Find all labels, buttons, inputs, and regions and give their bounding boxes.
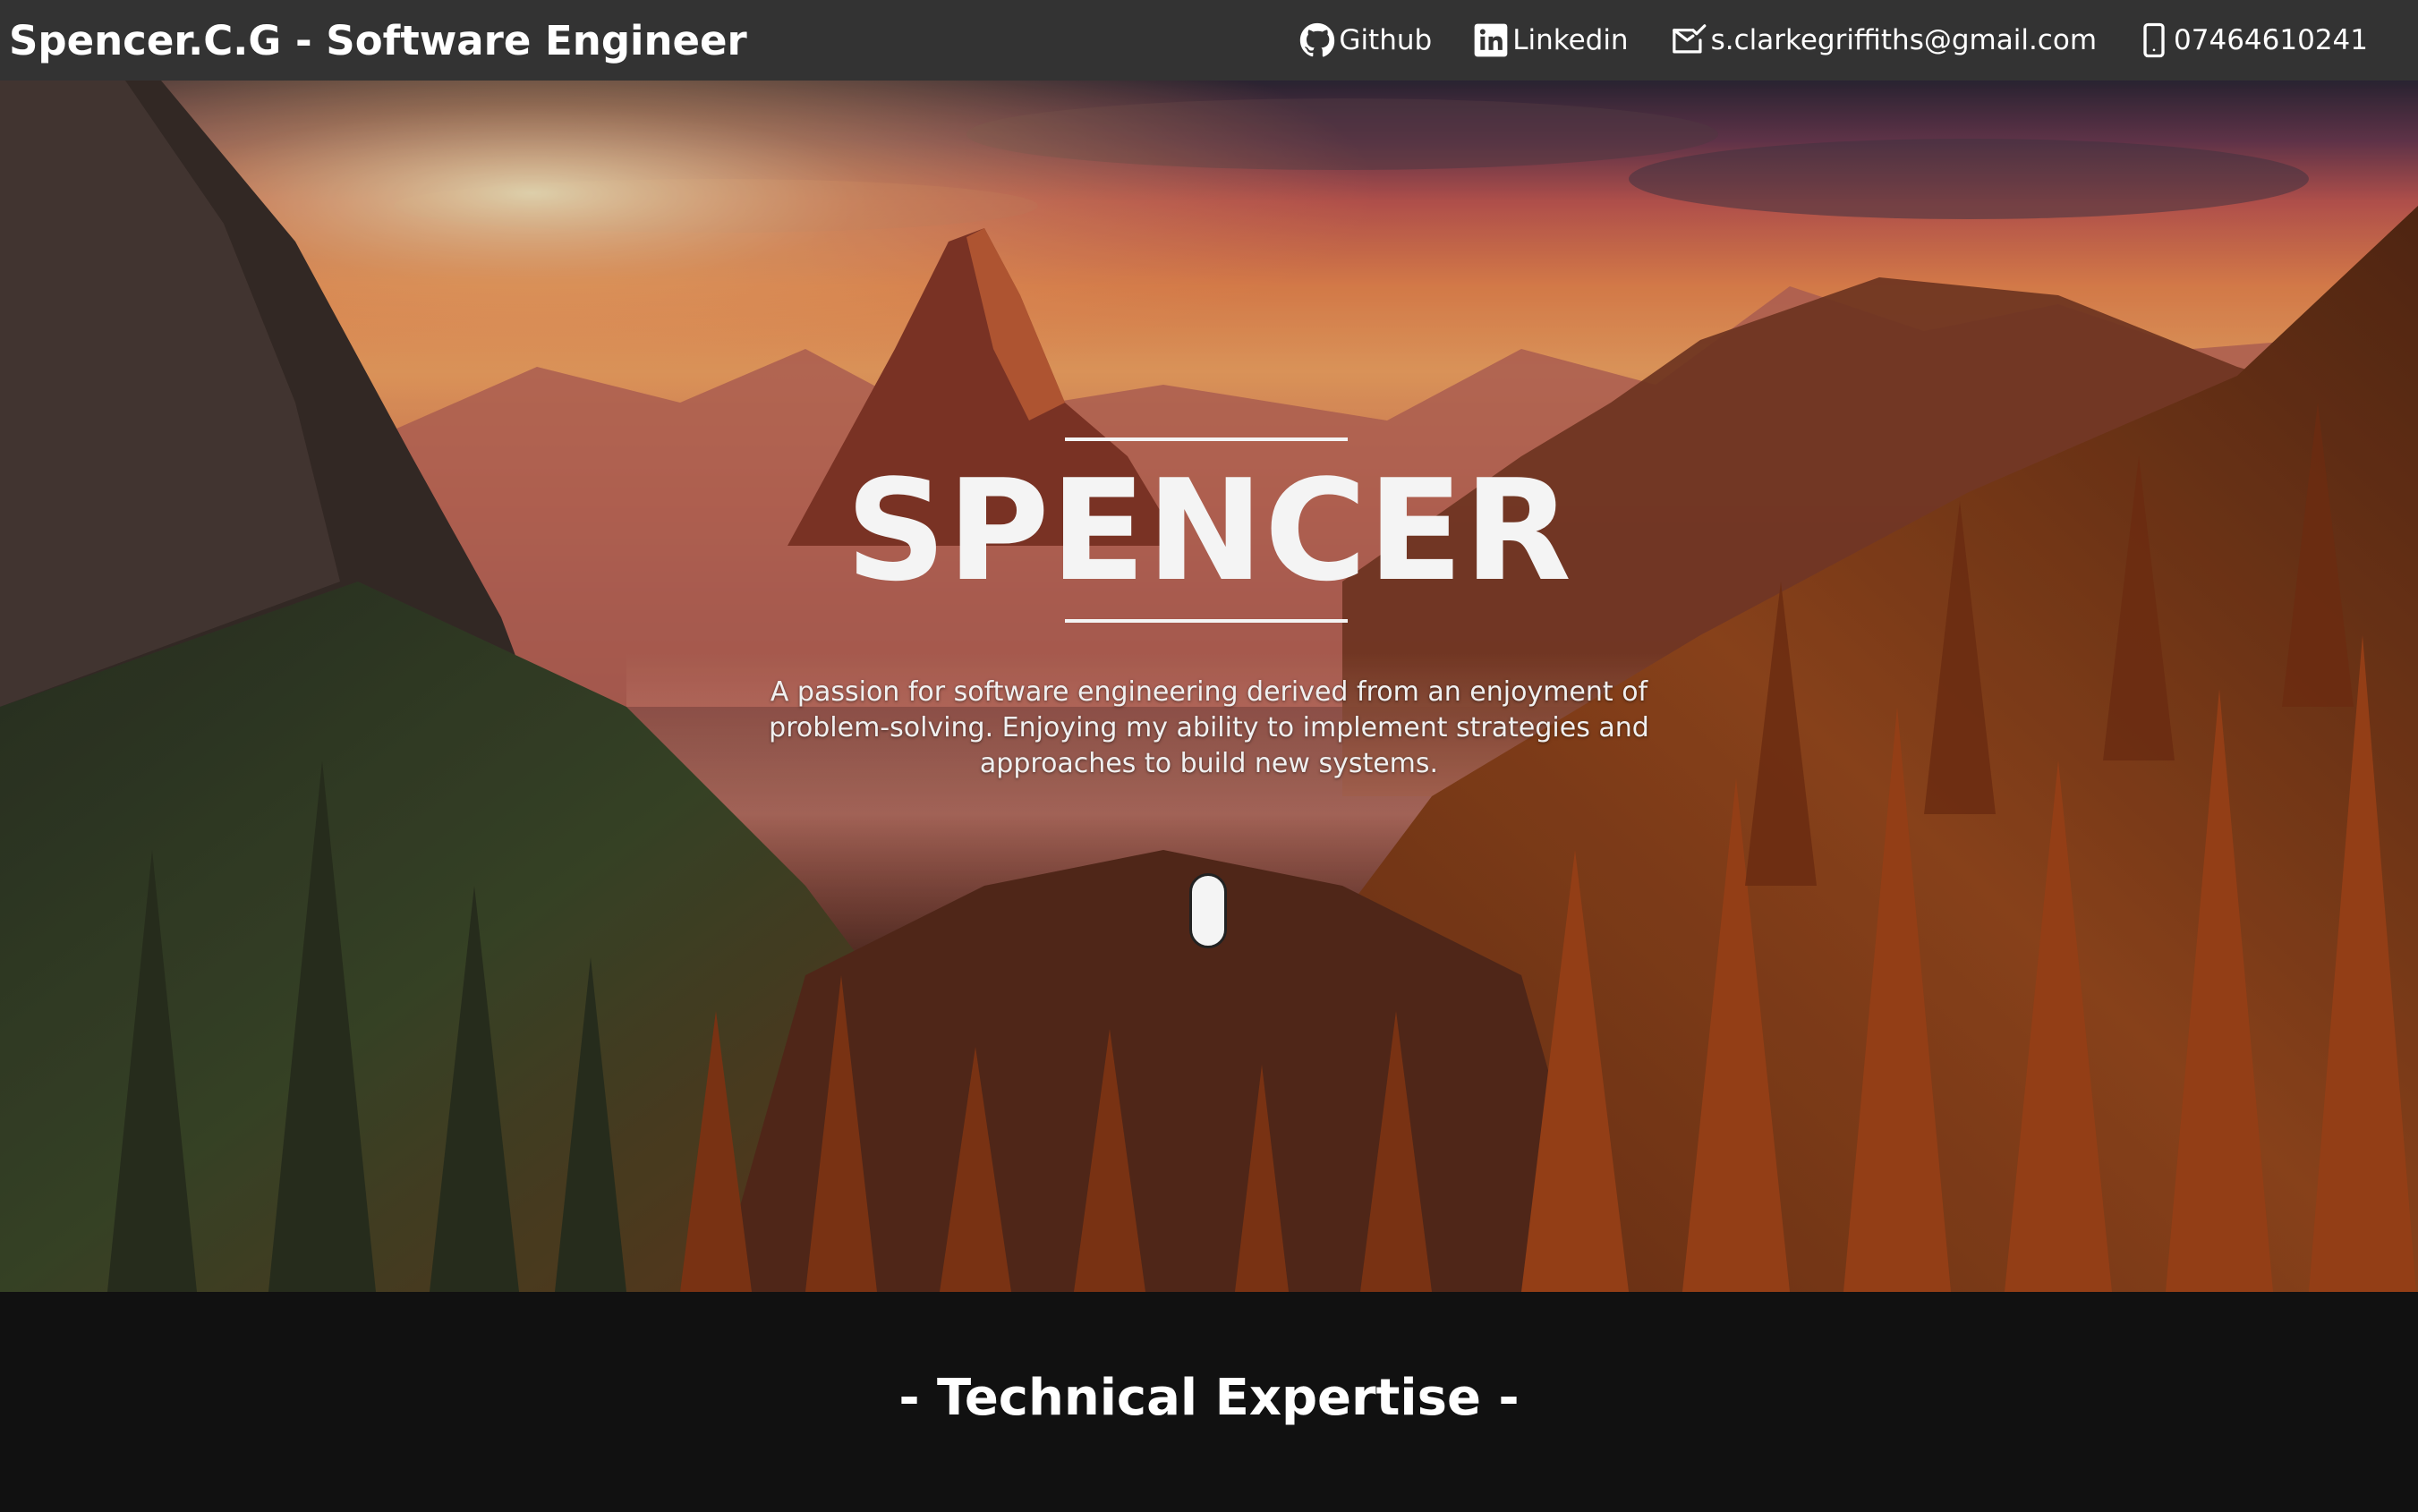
email-link[interactable]: s.clarkegriffiths@gmail.com bbox=[1670, 22, 2097, 58]
hero-banner: SPENCER A passion for software engineeri… bbox=[0, 81, 2418, 1292]
top-navbar: Spencer.C.G - Software Engineer Github L… bbox=[0, 0, 2418, 81]
github-link-label: Github bbox=[1339, 24, 1433, 56]
linkedin-icon bbox=[1473, 22, 1509, 58]
phone-link-label: 07464610241 bbox=[2174, 24, 2368, 56]
mouse-scroll-icon[interactable] bbox=[1189, 873, 1227, 948]
section-heading: - Technical Expertise - bbox=[898, 1369, 1520, 1427]
site-brand[interactable]: Spencer.C.G - Software Engineer bbox=[9, 17, 747, 64]
hero-title: SPENCER bbox=[846, 449, 1572, 612]
title-rule-top bbox=[1065, 437, 1348, 441]
mail-icon bbox=[1670, 22, 1707, 58]
linkedin-link[interactable]: Linkedin bbox=[1473, 22, 1629, 58]
title-rule-bottom bbox=[1065, 619, 1348, 623]
hero-tagline: A passion for software engineering deriv… bbox=[769, 676, 1649, 779]
email-link-label: s.clarkegriffiths@gmail.com bbox=[1710, 24, 2098, 56]
linkedin-link-label: Linkedin bbox=[1512, 24, 1629, 56]
phone-icon bbox=[2138, 22, 2170, 58]
github-icon bbox=[1299, 22, 1335, 58]
github-link[interactable]: Github bbox=[1299, 22, 1432, 58]
technical-expertise-section: - Technical Expertise - bbox=[0, 1292, 2418, 1512]
contact-links: Github Linkedin s.clarkegriffiths@gmail.… bbox=[1299, 22, 2368, 58]
hero-content: SPENCER A passion for software engineeri… bbox=[0, 81, 2418, 1292]
phone-link[interactable]: 07464610241 bbox=[2138, 22, 2368, 58]
